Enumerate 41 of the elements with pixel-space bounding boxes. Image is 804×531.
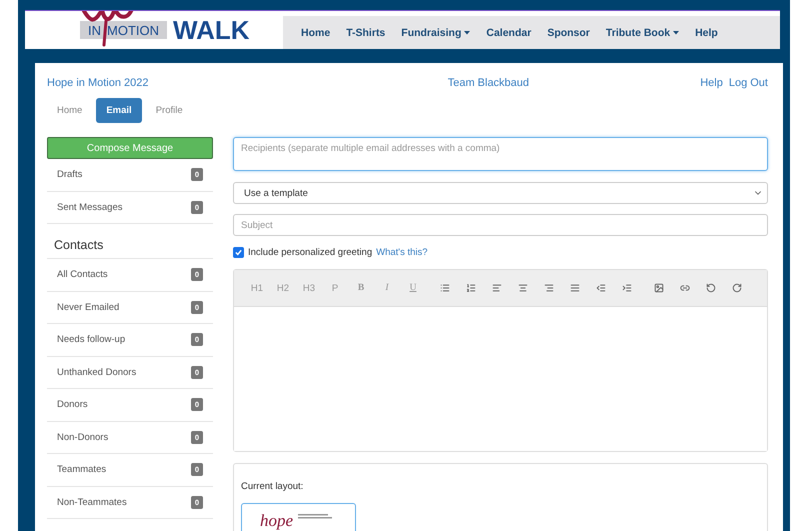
redo-icon: [732, 283, 742, 293]
align-left-icon: [492, 283, 502, 293]
thumbnail-logo-text: hope: [260, 512, 294, 529]
nav-link[interactable]: T-Shirts: [338, 26, 394, 38]
nav-link[interactable]: Help: [687, 26, 726, 38]
image-icon: [654, 283, 664, 293]
logo-text: MOTION: [107, 22, 159, 38]
indent-icon: [622, 283, 632, 293]
logo-text: WALK: [173, 17, 250, 43]
nav-link[interactable]: Sponsor: [539, 26, 598, 38]
greeting-checkbox[interactable]: [233, 247, 244, 258]
recipients-field[interactable]: Recipients (separate multiple email addresses with a comma): [233, 137, 768, 171]
numbered-list-icon: [466, 283, 476, 293]
header-link[interactable]: Log Out: [728, 77, 768, 89]
nav-link[interactable]: Home: [293, 26, 338, 38]
caret-icon: [673, 30, 680, 34]
tab[interactable]: Email: [96, 98, 142, 123]
link-icon: [680, 283, 690, 293]
layout-thumbnail[interactable]: hope: [241, 503, 356, 531]
outdent-icon: [596, 283, 606, 293]
caret-icon: [464, 30, 470, 34]
nav-link[interactable]: Calendar: [478, 26, 540, 38]
whats-this-link[interactable]: What's this?: [376, 247, 428, 258]
tab[interactable]: Home: [47, 98, 92, 123]
align-right-icon: [544, 283, 554, 293]
header-link[interactable]: Help: [700, 77, 723, 89]
bullet-list-icon: [440, 283, 450, 293]
layout-label: Current layout:: [241, 481, 304, 492]
template-select[interactable]: Use a template: [233, 182, 768, 204]
nav-link[interactable]: Tribute Book: [598, 26, 688, 38]
section-heading: Contacts: [47, 224, 213, 259]
tab[interactable]: Profile: [146, 98, 193, 123]
justify-icon: [570, 283, 580, 293]
nav-link[interactable]: Fundraising: [393, 26, 478, 38]
logo-text: IN: [88, 22, 101, 38]
team-link[interactable]: Team Blackbaud: [448, 77, 530, 89]
subject-field[interactable]: Subject: [233, 214, 768, 236]
undo-icon: [706, 283, 716, 293]
align-center-icon: [518, 283, 528, 293]
event-link[interactable]: Hope in Motion 2022: [47, 77, 149, 89]
checkbox-label: Include personalized greeting: [248, 247, 372, 258]
